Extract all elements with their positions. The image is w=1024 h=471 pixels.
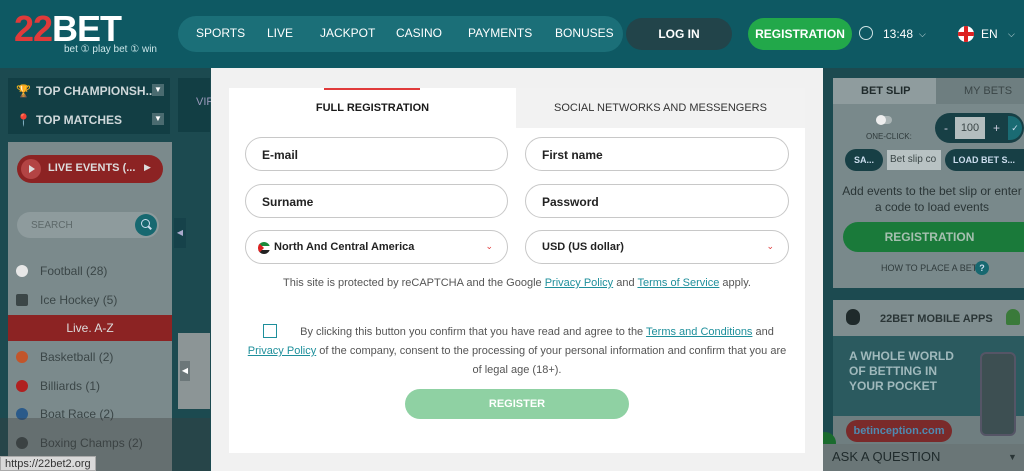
pin-icon: 📍	[16, 113, 31, 127]
nav-payments[interactable]: PAYMENTS	[468, 26, 532, 40]
register-button[interactable]: REGISTER	[405, 389, 629, 419]
live-events-label: LIVE EVENTS (...	[48, 162, 136, 174]
time-chevron-down-icon[interactable]: ⌵	[919, 29, 926, 40]
nav-sports[interactable]: SPORTS	[196, 26, 245, 40]
promo-text: A WHOLE WORLD OF BETTING IN YOUR POCKET	[849, 349, 954, 393]
nav-casino[interactable]: CASINO	[396, 26, 442, 40]
language-chevron-down-icon[interactable]: ⌵	[1008, 29, 1015, 40]
stake-increase-button[interactable]: +	[993, 121, 1000, 135]
arrow-right-icon: ▶	[144, 162, 151, 172]
promo-link[interactable]: betinception.com	[846, 420, 952, 442]
registration-button[interactable]: REGISTRATION	[748, 18, 852, 50]
bet-slip-registration-button[interactable]: REGISTRATION	[843, 222, 1024, 252]
brand-logo[interactable]: 22BET bet ① play bet ① win	[14, 8, 164, 58]
live-az-button[interactable]: Live. A-Z	[8, 315, 172, 341]
top-championships-label: TOP CHAMPIONSH...	[36, 84, 156, 98]
first-name-field[interactable]: First name	[525, 137, 789, 171]
tab-bet-slip[interactable]: BET SLIP	[833, 78, 936, 104]
android-icon[interactable]	[1006, 309, 1020, 325]
top-matches-item[interactable]: 📍 TOP MATCHES ▼	[8, 113, 170, 127]
login-button[interactable]: LOG IN	[626, 18, 732, 50]
status-bar-url: https://22bet2.org	[0, 456, 96, 471]
collapse-sidebar-chevron-icon[interactable]: ◀	[174, 218, 186, 248]
privacy-policy-link[interactable]: Privacy Policy	[545, 277, 613, 289]
one-click-label: ONE-CLICK:	[866, 132, 912, 141]
how-to-place-bet-link[interactable]: HOW TO PLACE A BET	[881, 263, 977, 273]
billiards-icon	[16, 380, 28, 392]
phone-image	[980, 352, 1016, 436]
search-placeholder: SEARCH	[31, 220, 73, 231]
mobile-apps-title: 22BET MOBILE APPS	[880, 313, 993, 325]
help-icon[interactable]: ?	[975, 261, 989, 275]
consent-privacy-policy-link[interactable]: Privacy Policy	[248, 345, 316, 357]
football-icon	[16, 265, 28, 277]
surname-field[interactable]: Surname	[245, 184, 508, 218]
active-tab-indicator	[324, 88, 420, 90]
region-select[interactable]: North And Central America ⌄	[245, 230, 508, 264]
apple-icon[interactable]	[846, 309, 860, 325]
search-icon[interactable]	[135, 214, 157, 236]
chevron-left-icon[interactable]: ◀	[180, 361, 190, 381]
current-time[interactable]: 13:48	[883, 27, 913, 41]
load-bet-slip-button[interactable]: LOAD BET S...	[945, 149, 1024, 171]
ask-question-label: ASK A QUESTION	[832, 449, 941, 464]
logo-tagline: bet ① play bet ① win	[64, 44, 157, 55]
recaptcha-notice: This site is protected by reCAPTCHA and …	[283, 277, 751, 289]
region-flag-icon	[258, 242, 270, 254]
trophy-icon: 🏆	[16, 84, 31, 98]
nav-jackpot[interactable]: JACKPOT	[320, 26, 375, 40]
top-championships-item[interactable]: 🏆 TOP CHAMPIONSH... ▼	[8, 84, 170, 98]
stake-decrease-button[interactable]: -	[944, 121, 948, 135]
basketball-icon	[16, 351, 28, 363]
chevron-down-icon[interactable]: ▼	[1008, 452, 1017, 462]
nav-bonuses[interactable]: BONUSES	[555, 26, 614, 40]
bet-slip-code-input[interactable]: Bet slip co	[887, 150, 941, 170]
main-nav: SPORTS LIVE JACKPOT CASINO PAYMENTS BONU…	[178, 16, 623, 52]
one-click-toggle[interactable]	[876, 115, 892, 125]
terms-conditions-link[interactable]: Terms and Conditions	[646, 326, 752, 338]
chevron-down-icon[interactable]: ▼	[152, 84, 164, 96]
chevron-down-icon[interactable]: ▼	[152, 113, 164, 125]
consent-text: By clicking this button you confirm that…	[247, 326, 787, 376]
clock-icon	[859, 26, 873, 40]
email-field[interactable]: E-mail	[245, 137, 508, 171]
tab-social-networks[interactable]: SOCIAL NETWORKS AND MESSENGERS	[516, 88, 805, 128]
save-button[interactable]: SA...	[845, 149, 883, 171]
chevron-down-icon: ⌄	[485, 241, 493, 251]
live-events-button[interactable]: LIVE EVENTS (... ▶	[17, 155, 163, 183]
bet-slip-empty-message: Add events to the bet slip or enter a co…	[842, 184, 1022, 214]
consent-checkbox[interactable]	[263, 324, 277, 338]
tab-full-registration[interactable]: FULL REGISTRATION	[229, 88, 516, 128]
center-card: ◀	[178, 333, 210, 409]
uk-flag-icon[interactable]	[958, 26, 974, 42]
terms-of-service-link[interactable]: Terms of Service	[637, 277, 719, 289]
play-icon	[21, 159, 41, 179]
center-top-banner: VIR	[178, 78, 214, 132]
tab-my-bets[interactable]: MY BETS	[936, 78, 1024, 104]
nav-live[interactable]: LIVE	[267, 26, 293, 40]
chevron-down-icon: ⌄	[766, 241, 774, 251]
password-field[interactable]: Password	[525, 184, 789, 218]
stake-input[interactable]: 100	[955, 117, 985, 139]
language-selector[interactable]: EN	[981, 27, 998, 41]
currency-select[interactable]: USD (US dollar) ⌄	[525, 230, 789, 264]
ice-hockey-icon	[16, 294, 28, 306]
top-matches-label: TOP MATCHES	[36, 113, 123, 127]
